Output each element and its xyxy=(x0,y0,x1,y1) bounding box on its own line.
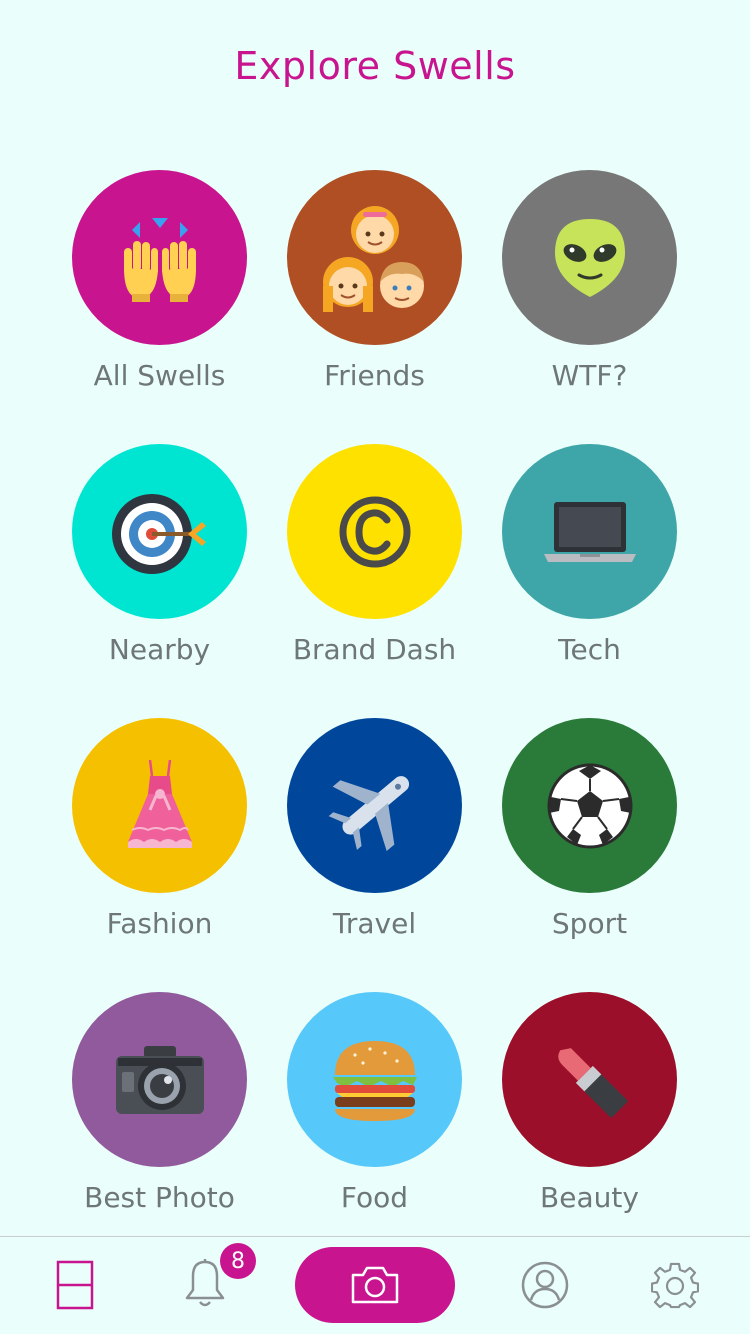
category-wtf[interactable]: WTF? xyxy=(482,170,697,444)
category-circle[interactable] xyxy=(72,992,247,1167)
dress-icon xyxy=(127,759,192,848)
category-label: Brand Dash xyxy=(292,633,457,666)
category-label: Travel xyxy=(332,907,417,940)
category-circle[interactable] xyxy=(287,718,462,893)
lipstick-icon xyxy=(557,1047,627,1117)
laptop-icon xyxy=(543,501,636,562)
category-nearby[interactable]: Nearby xyxy=(52,444,267,718)
camera-button[interactable] xyxy=(295,1247,455,1323)
category-circle[interactable] xyxy=(502,444,677,619)
category-circle[interactable] xyxy=(287,170,462,345)
category-beauty[interactable]: Beauty xyxy=(482,992,697,1266)
category-circle[interactable] xyxy=(72,718,247,893)
airplane-icon xyxy=(328,775,409,851)
category-brand-dash[interactable]: Brand Dash xyxy=(267,444,482,718)
bottom-tab-bar: 8 xyxy=(0,1236,750,1334)
category-circle[interactable] xyxy=(287,444,462,619)
category-label: Sport xyxy=(551,907,628,940)
category-circle[interactable] xyxy=(287,992,462,1167)
category-circle[interactable] xyxy=(502,718,677,893)
category-label: Friends xyxy=(324,359,425,392)
tab-profile[interactable] xyxy=(519,1259,571,1311)
gear-icon xyxy=(651,1262,699,1309)
category-circle[interactable] xyxy=(502,170,677,345)
category-label: Tech xyxy=(558,633,621,666)
notification-count-badge: 8 xyxy=(220,1243,256,1279)
category-fashion[interactable]: Fashion xyxy=(52,718,267,992)
soccer-ball-icon xyxy=(547,763,632,848)
camera-icon xyxy=(115,1045,204,1114)
category-circle[interactable] xyxy=(502,992,677,1167)
category-circle[interactable] xyxy=(72,170,247,345)
camera-icon xyxy=(351,1266,399,1304)
category-tech[interactable]: Tech xyxy=(482,444,697,718)
page-title: Explore Swells xyxy=(234,44,516,88)
profile-icon xyxy=(521,1261,569,1309)
category-sport[interactable]: Sport xyxy=(482,718,697,992)
category-all-swells[interactable]: All Swells xyxy=(52,170,267,444)
category-label: Beauty xyxy=(540,1181,639,1214)
tab-settings[interactable] xyxy=(650,1261,700,1311)
alien-icon xyxy=(554,218,625,297)
burger-icon xyxy=(332,1040,417,1121)
category-grid: All Swells Friends WTF? Nearby Brand Das… xyxy=(52,170,698,1266)
target-icon xyxy=(111,493,206,574)
category-food[interactable]: Food xyxy=(267,992,482,1266)
explore-screen: Explore Swells All Swells Friends WTF? N… xyxy=(0,0,750,1334)
category-label: Nearby xyxy=(108,633,211,666)
category-friends[interactable]: Friends xyxy=(267,170,482,444)
family-faces-icon xyxy=(322,205,424,312)
category-best-photo[interactable]: Best Photo xyxy=(52,992,267,1266)
raised-hands-icon xyxy=(123,217,196,302)
tab-grid[interactable] xyxy=(54,1259,96,1311)
category-label: WTF? xyxy=(551,359,628,392)
category-circle[interactable] xyxy=(72,444,247,619)
category-travel[interactable]: Travel xyxy=(267,718,482,992)
copyright-icon xyxy=(339,496,410,567)
category-label: Fashion xyxy=(106,907,213,940)
category-label: All Swells xyxy=(93,359,226,392)
grid-icon xyxy=(56,1260,94,1310)
category-label: Best Photo xyxy=(84,1181,235,1214)
category-label: Food xyxy=(340,1181,409,1214)
